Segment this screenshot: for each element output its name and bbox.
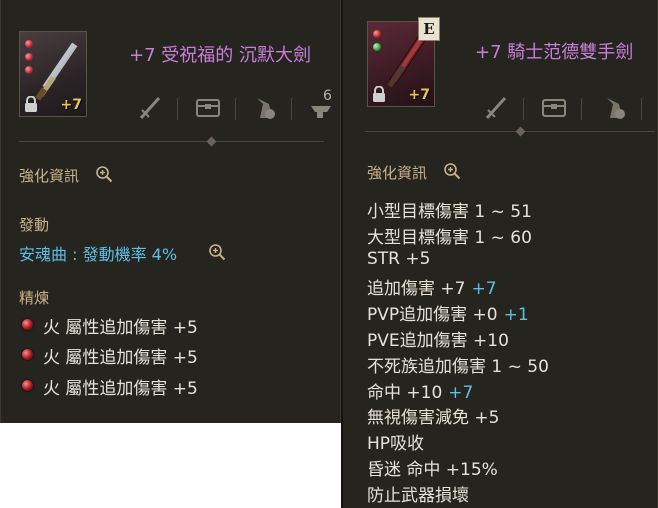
stat-text: HP吸收 — [367, 434, 425, 455]
right-item-tooltip: E +7 +7 騎士范德雙手劍 強化資訊 小型目標傷害 1 ~ 51 大型目標傷… — [341, 0, 658, 508]
zoom-in-icon[interactable] — [443, 162, 461, 180]
stat-line: PVP追加傷害 +0 +1 — [367, 300, 529, 325]
stat-text: 無視傷害減免 +5 — [367, 408, 500, 429]
enchant-level-badge: +7 — [60, 97, 82, 113]
enchant-level-badge: +7 — [408, 87, 430, 103]
action-icon-row — [477, 92, 658, 126]
refine-line: 火 屬性追加傷害 +5 — [43, 348, 198, 368]
chest-icon[interactable] — [195, 92, 221, 122]
chest-icon[interactable] — [541, 92, 567, 122]
left-item-tooltip: +7 +7 受祝福的 沉默大劍 6 強化資訊 發動 安魂曲 : 發動機率 4% … — [0, 0, 341, 423]
fire-orb-icon — [22, 319, 33, 330]
divider — [235, 98, 236, 120]
stat-text: 防止武器損壞 — [367, 485, 469, 506]
pouch-icon[interactable] — [251, 92, 277, 122]
stat-line: 無視傷害減免 +5 — [367, 403, 499, 428]
divider — [581, 98, 582, 120]
sword-icon[interactable] — [137, 92, 163, 122]
stat-line: 小型目標傷害 1 ~ 51 — [367, 197, 532, 222]
enchant-info-label: 強化資訊 — [367, 164, 428, 182]
stat-text: 命中 +10 — [367, 382, 443, 403]
item-icon-knight-two-handed-sword[interactable]: E +7 — [367, 17, 440, 107]
divider-ornament — [515, 126, 526, 137]
zoom-in-icon[interactable] — [208, 243, 226, 261]
fire-orb-icon — [22, 349, 33, 360]
stat-line: PVE追加傷害 +10 — [367, 326, 509, 351]
stat-line: 昏迷 命中 +15% — [367, 455, 498, 480]
stat-line: 大型目標傷害 1 ~ 60 — [367, 223, 532, 248]
stat-text: 追加傷害 +7 — [367, 279, 466, 300]
item-icon-silence-greatsword[interactable]: +7 — [19, 31, 87, 117]
stat-text: 小型目標傷害 1 ~ 51 — [367, 202, 532, 222]
tab-count-label: 6 — [323, 88, 332, 104]
refine-line: 火 屬性追加傷害 +5 — [43, 379, 198, 399]
stat-bonus: +1 — [503, 305, 529, 326]
zoom-in-icon[interactable] — [95, 165, 113, 183]
divider — [365, 131, 655, 132]
stat-text: 昏迷 命中 +15% — [367, 460, 498, 480]
sword-icon[interactable] — [483, 92, 509, 122]
refine-label: 精煉 — [19, 289, 50, 307]
enchant-info-label: 強化資訊 — [19, 167, 80, 185]
item-title: +7 受祝福的 沉默大劍 — [129, 45, 311, 66]
refine-line: 火 屬性追加傷害 +5 — [43, 318, 198, 338]
divider-ornament — [206, 136, 217, 147]
stat-text: PVP追加傷害 +0 — [367, 305, 498, 326]
item-title: +7 騎士范德雙手劍 — [475, 42, 634, 63]
lock-icon — [373, 86, 385, 102]
action-icon-row: 6 — [131, 88, 342, 126]
activation-effect: 安魂曲 : 發動機率 4% — [19, 245, 178, 264]
stat-line: 命中 +10 +7 — [367, 378, 473, 403]
divider — [641, 98, 642, 120]
fire-orb-icon — [22, 380, 33, 391]
divider — [19, 141, 324, 142]
stat-line: 防止武器損壞 — [367, 481, 469, 506]
stat-text: 大型目標傷害 1 ~ 60 — [367, 227, 532, 248]
greatsword-icon — [35, 41, 79, 100]
grade-e-badge: E — [418, 17, 440, 41]
stat-text: 不死族追加傷害 1 ~ 50 — [367, 356, 549, 377]
divider — [177, 98, 178, 120]
lock-icon — [25, 96, 37, 112]
stat-text: PVE追加傷害 +10 — [367, 331, 509, 351]
pouch-icon[interactable] — [601, 92, 627, 122]
stat-bonus: +7 — [448, 382, 474, 403]
activation-label: 發動 — [19, 216, 50, 234]
divider — [523, 98, 524, 120]
stat-text: STR +5 — [367, 248, 431, 269]
stat-line: 追加傷害 +7 +7 — [367, 274, 497, 299]
stat-bonus: +7 — [471, 279, 497, 300]
stat-line: HP吸收 — [367, 429, 424, 454]
stat-line: STR +5 — [367, 249, 430, 269]
stat-line: 不死族追加傷害 1 ~ 50 — [367, 352, 549, 377]
divider — [291, 98, 292, 120]
